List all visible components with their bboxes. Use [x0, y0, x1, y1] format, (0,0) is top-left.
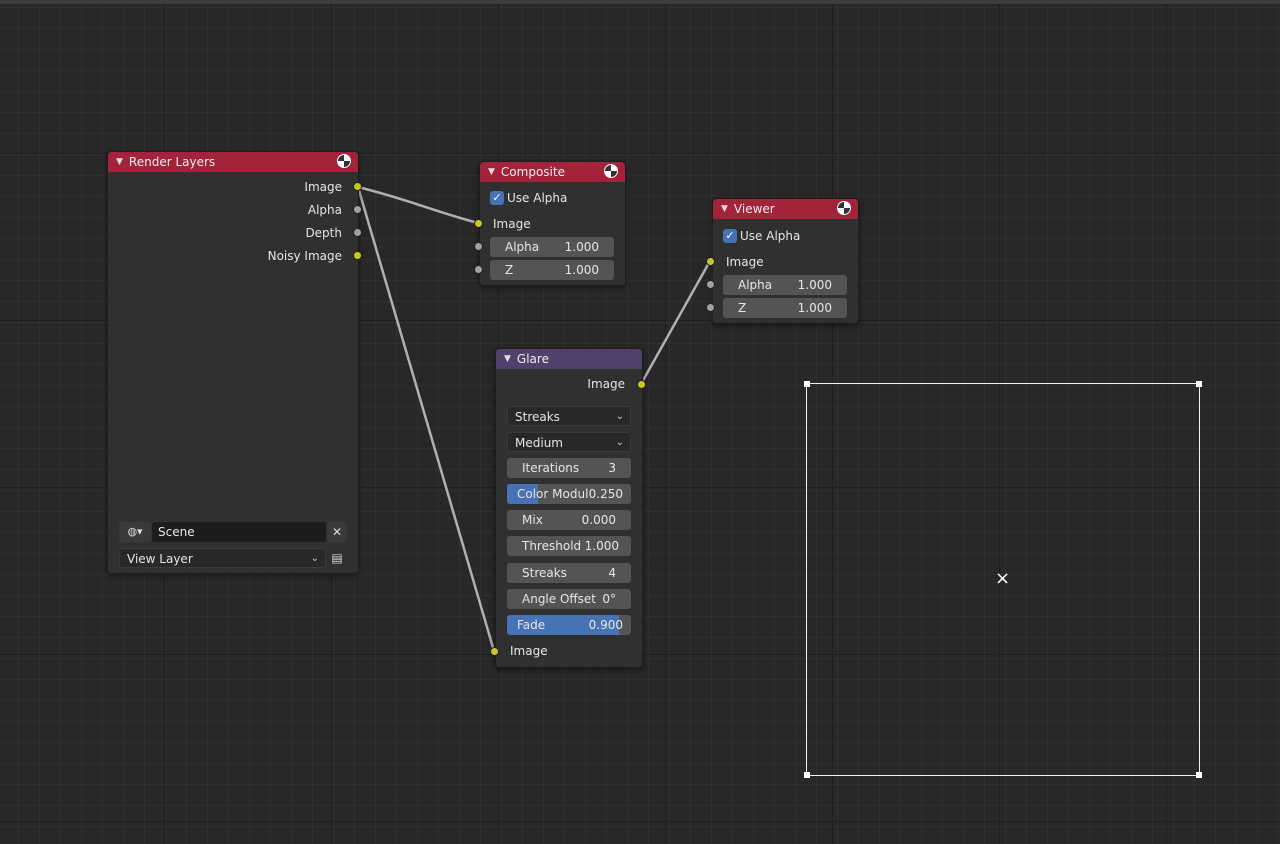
alpha-value: 1.000: [564, 240, 599, 254]
mix-field[interactable]: Mix 0.000: [507, 510, 631, 530]
glare-output-label: Image: [587, 377, 625, 391]
collapse-arrow-icon[interactable]: ▼: [116, 157, 123, 167]
top-border: [0, 0, 1280, 4]
angle-offset-field[interactable]: Angle Offset 0°: [507, 589, 631, 609]
chevron-down-icon: ⌄: [615, 411, 624, 422]
threshold-label: Threshold: [522, 539, 582, 553]
output-depth-label: Depth: [305, 226, 342, 240]
view-layer-dropdown[interactable]: View Layer ⌄: [119, 548, 326, 568]
render-layers-image-socket[interactable]: [353, 182, 362, 191]
z-label: Z: [738, 301, 747, 315]
node-title: Viewer: [733, 202, 775, 216]
fade-slider[interactable]: Fade 0.900: [507, 615, 631, 635]
view-layer-folder-icon[interactable]: ▤: [327, 548, 347, 568]
z-field[interactable]: Z 1.000: [723, 298, 847, 318]
alpha-label: Alpha: [738, 278, 773, 292]
z-field[interactable]: Z 1.000: [490, 260, 614, 280]
link-glare-viewer: [639, 260, 712, 385]
composite-node[interactable]: ▼ Composite ✓ Use Alpha Image Alpha 1.00…: [479, 161, 626, 286]
crop-handle-bottom-right[interactable]: [1196, 772, 1202, 778]
z-value: 1.000: [797, 301, 832, 315]
use-alpha-checkbox[interactable]: ✓: [723, 229, 737, 243]
collapse-arrow-icon[interactable]: ▼: [504, 354, 511, 364]
render-icon[interactable]: [604, 164, 618, 178]
crop-handle-top-left[interactable]: [804, 381, 810, 387]
link-renderlayers-composite: [357, 185, 479, 225]
glare-type-dropdown[interactable]: Streaks ⌄: [507, 406, 631, 426]
glare-type-value: Streaks: [515, 410, 560, 424]
z-label: Z: [505, 263, 514, 277]
viewer-node[interactable]: ▼ Viewer ✓ Use Alpha Image Alpha 1.000 Z…: [712, 198, 859, 324]
scene-browse-icon[interactable]: ◍▾: [119, 522, 151, 542]
threshold-value: 1.000: [584, 539, 619, 553]
render-icon[interactable]: [337, 154, 351, 168]
fade-label: Fade: [517, 618, 546, 632]
use-alpha-checkbox[interactable]: ✓: [490, 191, 504, 205]
iterations-field[interactable]: Iterations 3: [507, 458, 631, 478]
link-renderlayers-glare: [356, 186, 496, 652]
quality-value: Medium: [515, 436, 563, 450]
alpha-field[interactable]: Alpha 1.000: [490, 237, 614, 257]
composite-image-socket[interactable]: [474, 219, 483, 228]
node-title: Glare: [516, 352, 549, 366]
use-alpha-label: Use Alpha: [507, 191, 568, 205]
node-title: Render Layers: [128, 155, 216, 169]
mix-label: Mix: [522, 513, 543, 527]
glare-input-label: Image: [510, 644, 548, 658]
quality-dropdown[interactable]: Medium ⌄: [507, 432, 631, 452]
render-layers-alpha-socket[interactable]: [353, 205, 362, 214]
node-title: Composite: [500, 165, 565, 179]
glare-node[interactable]: ▼ Glare Image Streaks ⌄ Medium ⌄ Iterati…: [495, 348, 643, 668]
crop-handle-top-right[interactable]: [1196, 381, 1202, 387]
composite-header[interactable]: ▼ Composite: [480, 162, 625, 182]
render-layers-node[interactable]: ▼ Render Layers Image Alpha Depth Noisy …: [107, 151, 359, 574]
z-value: 1.000: [564, 263, 599, 277]
use-alpha-label: Use Alpha: [740, 229, 801, 243]
view-layer-value: View Layer: [127, 552, 193, 566]
crop-center-cross-icon[interactable]: ×: [995, 570, 1010, 588]
glare-input-socket[interactable]: [490, 647, 499, 656]
composite-z-socket[interactable]: [474, 265, 483, 274]
color-modulation-slider[interactable]: Color Modul 0.250: [507, 484, 631, 504]
viewer-z-socket[interactable]: [706, 303, 715, 312]
threshold-field[interactable]: Threshold 1.000: [507, 536, 631, 556]
streaks-value: 4: [608, 566, 616, 580]
alpha-value: 1.000: [797, 278, 832, 292]
output-image-label: Image: [304, 180, 342, 194]
glare-header[interactable]: ▼ Glare: [496, 349, 642, 369]
collapse-arrow-icon[interactable]: ▼: [488, 167, 495, 177]
scene-field[interactable]: Scene: [152, 522, 326, 542]
chevron-down-icon: ⌄: [615, 437, 624, 448]
output-alpha-label: Alpha: [307, 203, 342, 217]
clear-scene-icon[interactable]: ✕: [327, 522, 347, 542]
iterations-label: Iterations: [522, 461, 580, 475]
image-input-label: Image: [726, 255, 764, 269]
composite-alpha-socket[interactable]: [474, 242, 483, 251]
render-layers-depth-socket[interactable]: [353, 228, 362, 237]
crop-handle-bottom-left[interactable]: [804, 772, 810, 778]
chevron-down-icon: ⌄: [310, 553, 319, 564]
render-layers-noisy-socket[interactable]: [353, 251, 362, 260]
streaks-field[interactable]: Streaks 4: [507, 563, 631, 583]
color-modulation-label: Color Modul: [517, 487, 589, 501]
streaks-label: Streaks: [522, 566, 567, 580]
viewer-image-socket[interactable]: [706, 257, 715, 266]
collapse-arrow-icon[interactable]: ▼: [721, 204, 728, 214]
viewer-alpha-socket[interactable]: [706, 280, 715, 289]
alpha-label: Alpha: [505, 240, 540, 254]
viewer-header[interactable]: ▼ Viewer: [713, 199, 858, 219]
fade-value: 0.900: [588, 618, 623, 632]
angle-offset-value: 0°: [602, 592, 616, 606]
output-noisy-image-label: Noisy Image: [267, 249, 342, 263]
render-icon[interactable]: [837, 201, 851, 215]
image-input-label: Image: [493, 217, 531, 231]
render-layers-header[interactable]: ▼ Render Layers: [108, 152, 358, 172]
iterations-value: 3: [608, 461, 616, 475]
color-modulation-value: 0.250: [588, 487, 623, 501]
angle-offset-label: Angle Offset: [522, 592, 597, 606]
glare-output-socket[interactable]: [637, 380, 646, 389]
alpha-field[interactable]: Alpha 1.000: [723, 275, 847, 295]
mix-value: 0.000: [581, 513, 616, 527]
